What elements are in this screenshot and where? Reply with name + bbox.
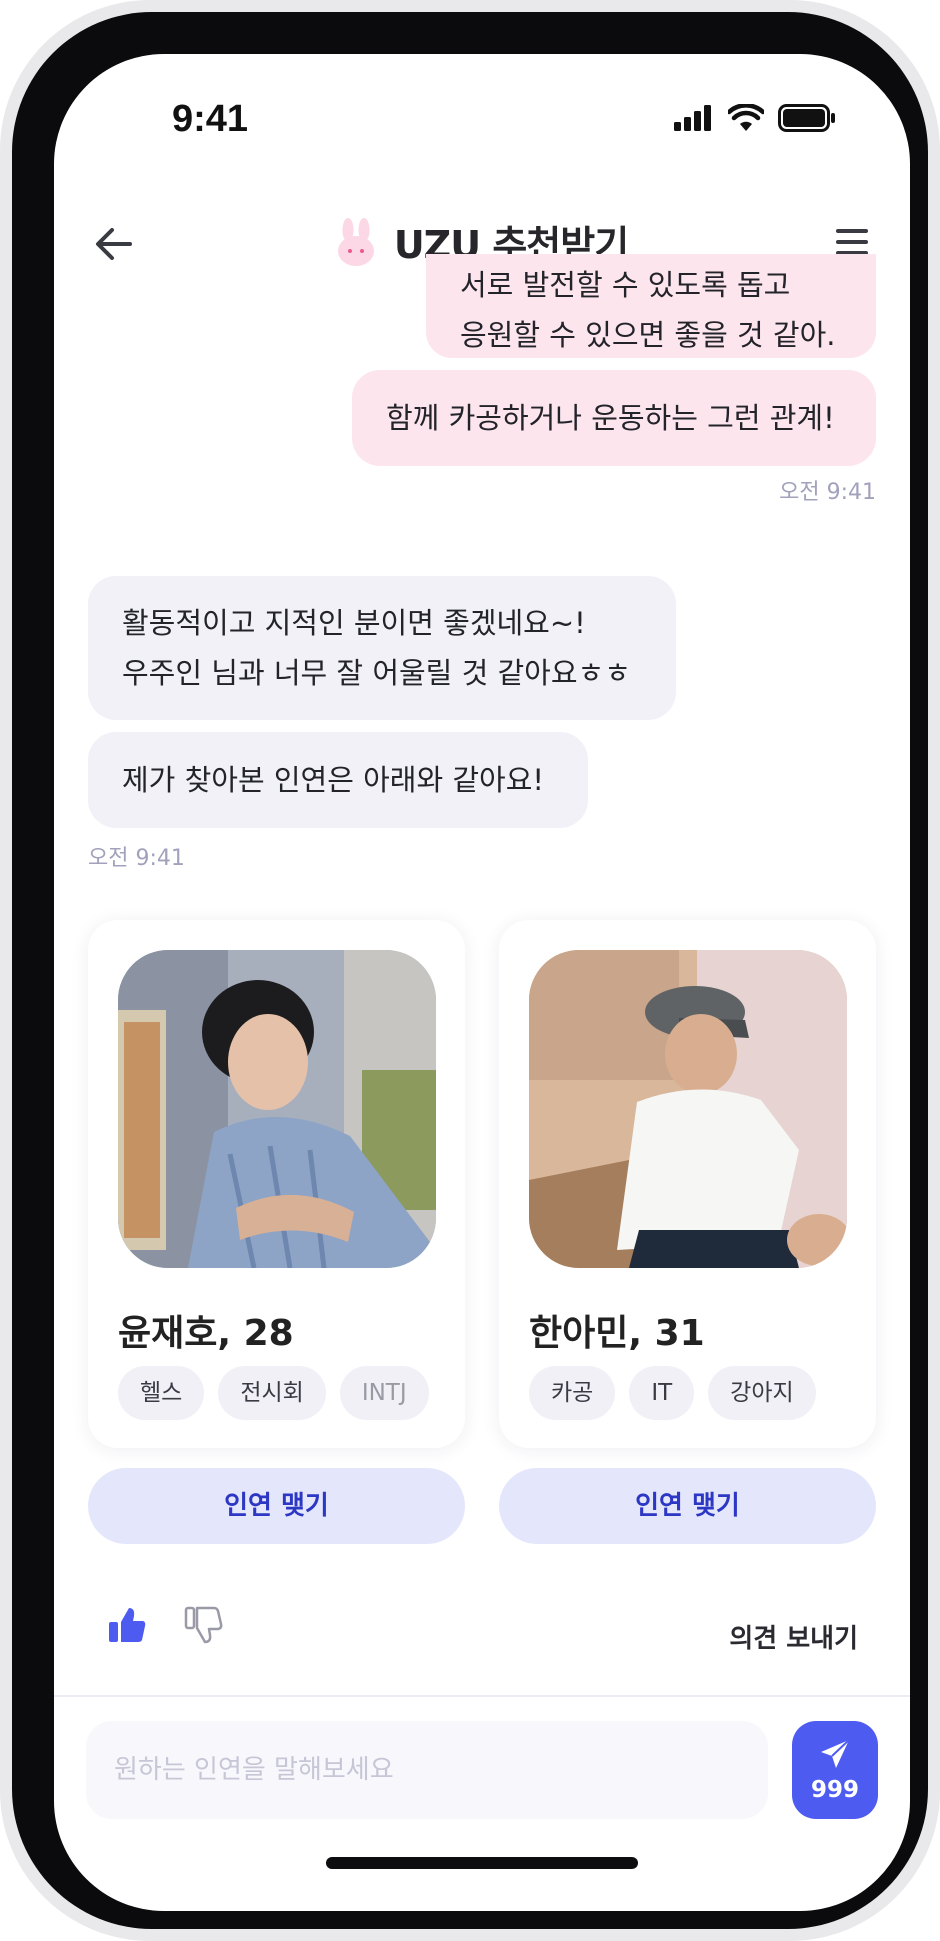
app-screen: 9:41 UZU 추천받기 서로 발전할 수 있도록 돕고 응원할 수 있으면 … [54, 54, 910, 1911]
send-button[interactable]: 999 [792, 1721, 878, 1819]
my-message-bubble: 함께 카공하거나 운동하는 그런 관계! [352, 370, 876, 466]
profile-name: 윤재호, 28 [118, 1313, 294, 1354]
my-message-bubble: 서로 발전할 수 있도록 돕고 응원할 수 있으면 좋을 것 같아. [426, 254, 876, 358]
phone-bezel: 9:41 UZU 추천받기 서로 발전할 수 있도록 돕고 응원할 수 있으면 … [12, 12, 928, 1929]
composer-divider [54, 1695, 910, 1697]
message-line: 서로 발전할 수 있도록 돕고 [460, 268, 791, 302]
profile-name: 한아민, 31 [529, 1313, 705, 1354]
bot-message-bubble: 제가 찾아본 인연은 아래와 같아요! [88, 732, 588, 828]
interest-tag: INTJ [339, 1366, 429, 1420]
message-timestamp: 오전 9:41 [88, 846, 185, 871]
interest-tag: 헬스 [118, 1366, 205, 1420]
signal-icon [674, 105, 711, 131]
message-line: 우주인 님과 너무 잘 어울릴 것 같아요ㅎㅎ [122, 656, 631, 690]
interest-tag: 카공 [529, 1366, 616, 1420]
interest-tag: IT [629, 1366, 695, 1420]
profile-photo [118, 950, 436, 1268]
message-line: 함께 카공하거나 운동하는 그런 관계! [386, 401, 835, 435]
message-timestamp: 오전 9:41 [779, 480, 876, 505]
send-count: 999 [810, 1777, 859, 1803]
battery-icon [778, 104, 835, 132]
profile-photo [529, 950, 847, 1268]
match-button[interactable]: 인연 맺기 [88, 1468, 465, 1544]
bot-message-bubble: 활동적이고 지적인 분이면 좋겠네요~! 우주인 님과 너무 잘 어울릴 것 같… [88, 576, 676, 720]
interest-tags: 헬스 전시회 INTJ [118, 1366, 429, 1420]
paper-plane-icon [821, 1739, 850, 1768]
phone-frame: 9:41 UZU 추천받기 서로 발전할 수 있도록 돕고 응원할 수 있으면 … [0, 0, 940, 1941]
thumbs-up-icon[interactable] [106, 1604, 148, 1646]
message-line: 활동적이고 지적인 분이면 좋겠네요~! [122, 606, 586, 640]
interest-tag: 강아지 [708, 1366, 816, 1420]
send-feedback-link[interactable]: 의견 보내기 [729, 1618, 858, 1655]
profile-card[interactable]: 윤재호, 28 헬스 전시회 INTJ [88, 920, 465, 1448]
home-indicator [326, 1857, 638, 1869]
bunny-icon [337, 217, 374, 266]
match-button[interactable]: 인연 맺기 [499, 1468, 876, 1544]
message-line: 응원할 수 있으면 좋을 것 같아. [460, 318, 836, 352]
profile-card[interactable]: 한아민, 31 카공 IT 강아지 [499, 920, 876, 1448]
thumbs-down-icon[interactable] [182, 1604, 224, 1646]
wifi-icon [728, 104, 764, 131]
message-line: 제가 찾아본 인연은 아래와 같아요! [122, 763, 545, 797]
message-input[interactable] [86, 1721, 768, 1819]
interest-tags: 카공 IT 강아지 [529, 1366, 816, 1420]
status-time: 9:41 [172, 98, 249, 140]
status-icons [674, 104, 836, 132]
interest-tag: 전시회 [218, 1366, 326, 1420]
